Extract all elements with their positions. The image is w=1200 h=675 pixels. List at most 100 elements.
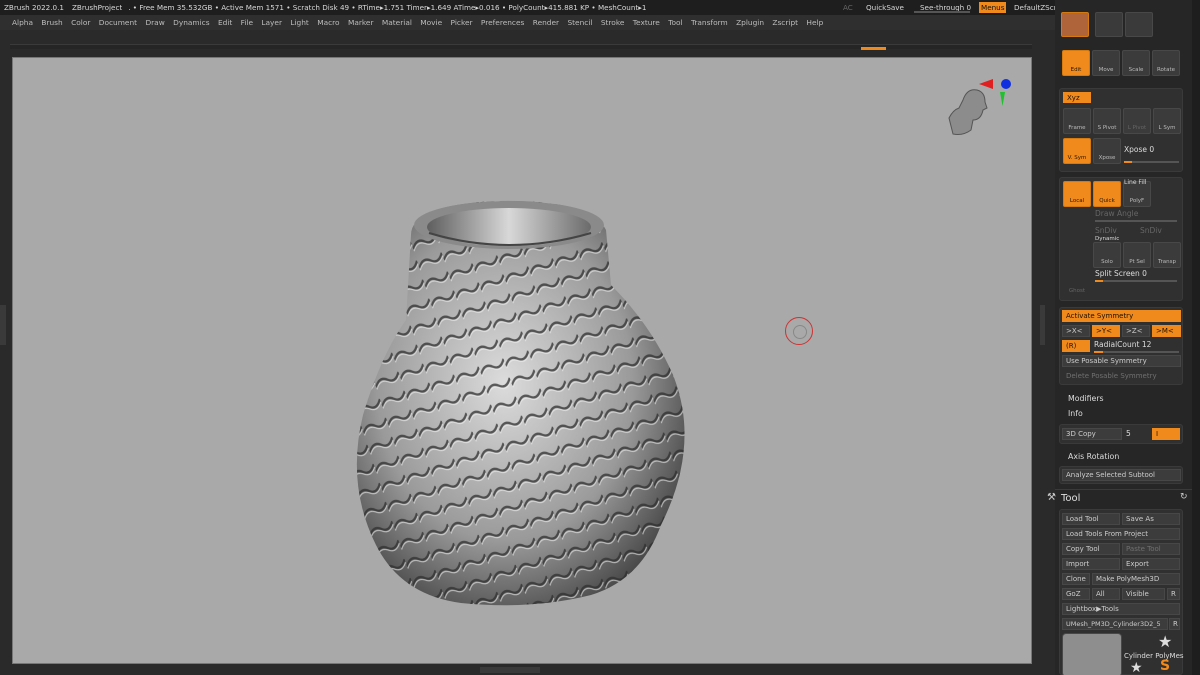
current-tool-thumbnail[interactable] bbox=[1062, 633, 1122, 675]
vase-mesh[interactable] bbox=[341, 195, 731, 615]
move-button[interactable]: Move bbox=[1092, 50, 1120, 76]
menu-picker[interactable]: Picker bbox=[451, 18, 473, 27]
polymesh-star-icon[interactable]: ★ bbox=[1158, 632, 1172, 651]
goz-all-button[interactable]: All bbox=[1092, 588, 1120, 600]
menu-preferences[interactable]: Preferences bbox=[481, 18, 524, 27]
spivot-button[interactable]: S Pivot bbox=[1093, 108, 1121, 134]
menu-zscript[interactable]: Zscript bbox=[772, 18, 798, 27]
copy-tool-button[interactable]: Copy Tool bbox=[1062, 543, 1120, 555]
menu-marker[interactable]: Marker bbox=[348, 18, 374, 27]
menu-alpha[interactable]: Alpha bbox=[12, 18, 33, 27]
frame-button[interactable]: Frame bbox=[1063, 108, 1091, 134]
copy3d-button[interactable]: 3D Copy bbox=[1062, 428, 1122, 440]
goz-button[interactable]: GoZ bbox=[1062, 588, 1090, 600]
menu-color[interactable]: Color bbox=[71, 18, 90, 27]
goz-r-button[interactable]: R bbox=[1167, 588, 1180, 600]
symmetry-m-button[interactable]: >M< bbox=[1152, 325, 1181, 337]
material-swatch[interactable] bbox=[1061, 12, 1089, 37]
navigation-head-gizmo[interactable] bbox=[943, 78, 1023, 158]
axis-rotation-section[interactable]: Axis Rotation bbox=[1068, 452, 1119, 461]
left-tray-handle[interactable] bbox=[0, 305, 6, 345]
symmetry-y-button[interactable]: >Y< bbox=[1092, 325, 1120, 337]
activate-symmetry-button[interactable]: Activate Symmetry bbox=[1062, 310, 1181, 322]
menu-stencil[interactable]: Stencil bbox=[567, 18, 592, 27]
current-tool-r-button[interactable]: R bbox=[1169, 618, 1180, 630]
menu-tool[interactable]: Tool bbox=[668, 18, 682, 27]
menu-layer[interactable]: Layer bbox=[261, 18, 282, 27]
radial-r-button[interactable]: (R) bbox=[1062, 340, 1090, 352]
menu-zplugin[interactable]: Zplugin bbox=[736, 18, 764, 27]
ac-button[interactable]: AC bbox=[843, 3, 853, 12]
texture-swatch[interactable] bbox=[1095, 12, 1123, 37]
sndiv-label-1[interactable]: SnDiv bbox=[1095, 226, 1117, 235]
draw-angle-slider[interactable] bbox=[1095, 220, 1177, 222]
menu-brush[interactable]: Brush bbox=[41, 18, 62, 27]
camera-icon[interactable] bbox=[1125, 12, 1153, 37]
info-section[interactable]: Info bbox=[1068, 409, 1083, 418]
star-icon[interactable]: ★ bbox=[1130, 660, 1143, 675]
ptsel-button[interactable]: Pt Sel bbox=[1123, 242, 1151, 268]
menu-stroke[interactable]: Stroke bbox=[601, 18, 625, 27]
analyze-subtool-button[interactable]: Analyze Selected Subtool bbox=[1062, 469, 1181, 481]
delete-posable-symmetry-button[interactable]: Delete Posable Symmetry bbox=[1062, 370, 1181, 382]
menu-document[interactable]: Document bbox=[99, 18, 137, 27]
menu-help[interactable]: Help bbox=[806, 18, 823, 27]
solo-button[interactable]: Solo bbox=[1093, 242, 1121, 268]
radial-count-slider[interactable] bbox=[1094, 351, 1179, 353]
tool-palette-title[interactable]: Tool bbox=[1061, 493, 1080, 504]
copy3d-value[interactable]: 5 bbox=[1126, 429, 1131, 438]
bottom-tray-handle[interactable] bbox=[480, 667, 540, 673]
xyz-button[interactable]: Xyz bbox=[1063, 92, 1091, 103]
vsym-button[interactable]: V. Sym bbox=[1063, 138, 1091, 164]
document-canvas[interactable] bbox=[12, 57, 1032, 664]
symmetry-x-button[interactable]: >X< bbox=[1062, 325, 1090, 337]
xpose-slider[interactable] bbox=[1124, 161, 1179, 163]
menu-dynamics[interactable]: Dynamics bbox=[173, 18, 209, 27]
menu-material[interactable]: Material bbox=[382, 18, 412, 27]
simple-brush-icon[interactable]: S bbox=[1160, 658, 1170, 674]
menu-texture[interactable]: Texture bbox=[633, 18, 660, 27]
right-scrollbar[interactable] bbox=[1192, 0, 1200, 675]
rotate-button[interactable]: Rotate bbox=[1152, 50, 1180, 76]
menu-draw[interactable]: Draw bbox=[145, 18, 164, 27]
quicksave-button[interactable]: QuickSave bbox=[866, 3, 904, 12]
right-tray-handle[interactable] bbox=[1040, 305, 1045, 345]
copy3d-toggle[interactable]: I bbox=[1152, 428, 1180, 440]
lightbox-tools-button[interactable]: Lightbox▶Tools bbox=[1062, 603, 1180, 615]
menu-transform[interactable]: Transform bbox=[691, 18, 728, 27]
ghost-button[interactable]: Ghost bbox=[1063, 272, 1091, 298]
use-posable-symmetry-button[interactable]: Use Posable Symmetry bbox=[1062, 355, 1181, 367]
menu-file[interactable]: File bbox=[241, 18, 253, 27]
symmetry-z-button[interactable]: >Z< bbox=[1122, 325, 1150, 337]
menu-render[interactable]: Render bbox=[533, 18, 559, 27]
see-through-slider[interactable] bbox=[914, 11, 970, 13]
save-as-button[interactable]: Save As bbox=[1122, 513, 1180, 525]
menu-light[interactable]: Light bbox=[290, 18, 308, 27]
menu-movie[interactable]: Movie bbox=[420, 18, 442, 27]
edit-button[interactable]: Edit bbox=[1062, 50, 1090, 76]
import-button[interactable]: Import bbox=[1062, 558, 1120, 570]
make-polymesh-button[interactable]: Make PolyMesh3D bbox=[1092, 573, 1180, 585]
export-button[interactable]: Export bbox=[1122, 558, 1180, 570]
transp-button[interactable]: Transp bbox=[1153, 242, 1181, 268]
goz-visible-button[interactable]: Visible bbox=[1122, 588, 1165, 600]
menu-edit[interactable]: Edit bbox=[218, 18, 232, 27]
lpivot-button[interactable]: L Pivot bbox=[1123, 108, 1151, 134]
dynamic-cube-icon[interactable] bbox=[1063, 241, 1091, 267]
split-screen-slider[interactable] bbox=[1095, 280, 1177, 282]
quick-button[interactable]: Quick bbox=[1093, 181, 1121, 207]
refresh-icon[interactable]: ↻ bbox=[1180, 492, 1188, 502]
clone-button[interactable]: Clone bbox=[1062, 573, 1090, 585]
local-button[interactable]: Local bbox=[1063, 181, 1091, 207]
transparency-icon[interactable] bbox=[1063, 210, 1091, 236]
current-tool-name[interactable]: UMesh_PM3D_Cylinder3D2_5 bbox=[1062, 618, 1168, 630]
xpose-button[interactable]: Xpose bbox=[1093, 138, 1121, 164]
load-tool-button[interactable]: Load Tool bbox=[1062, 513, 1120, 525]
load-tools-from-project-button[interactable]: Load Tools From Project bbox=[1062, 528, 1180, 540]
modifiers-section[interactable]: Modifiers bbox=[1068, 394, 1104, 403]
menus-toggle[interactable]: Menus bbox=[979, 2, 1007, 13]
scale-button[interactable]: Scale bbox=[1122, 50, 1150, 76]
paste-tool-button[interactable]: Paste Tool bbox=[1122, 543, 1180, 555]
sndiv-label-2[interactable]: SnDiv bbox=[1140, 226, 1162, 235]
menu-macro[interactable]: Macro bbox=[317, 18, 339, 27]
